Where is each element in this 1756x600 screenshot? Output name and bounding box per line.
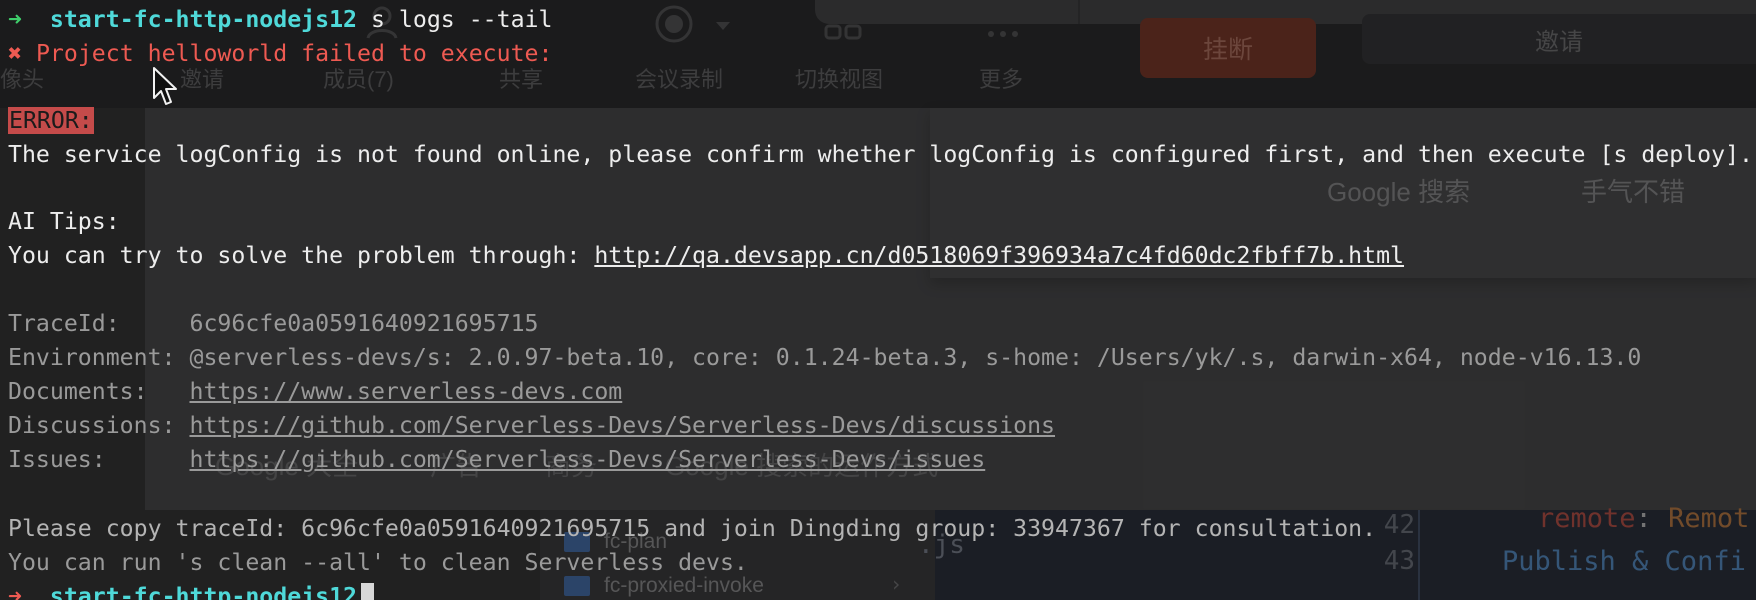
prompt-cwd: start-fc-http-nodejs12 [49, 583, 358, 600]
error-line: ERROR: [8, 105, 94, 137]
error-badge: ERROR: [8, 107, 94, 134]
failure-message: Project helloworld failed to execute: [35, 40, 553, 67]
discussions-link[interactable]: https://github.com/Serverless-Devs/Serve… [189, 412, 1055, 439]
info-row-documents: Documents: https://www.serverless-devs.c… [8, 376, 622, 408]
mouse-pointer-icon [153, 67, 177, 105]
info-value: @serverless-devs/s: 2.0.97-beta.10, core… [189, 344, 1642, 371]
info-value: 6c96cfe0a0591640921695715 [189, 310, 539, 337]
info-row-discussions: Discussions: https://github.com/Serverle… [8, 410, 1055, 442]
ai-tips-prefix: You can try to solve the problem through… [8, 242, 595, 269]
info-label: Documents: [8, 378, 190, 405]
issues-link[interactable]: https://github.com/Serverless-Devs/Serve… [189, 446, 985, 473]
clean-hint-message: You can run 's clean --all' to clean Ser… [8, 549, 748, 576]
error-message: The service logConfig is not found onlin… [8, 141, 1754, 168]
info-label: Discussions: [8, 412, 190, 439]
info-row-issues: Issues: https://github.com/Serverless-De… [8, 444, 985, 476]
prompt-arrow-icon: ➜ [8, 583, 22, 600]
prompt-cwd: start-fc-http-nodejs12 [49, 6, 358, 33]
terminal-cursor [361, 583, 375, 600]
terminal-final-prompt: ➜ start-fc-http-nodejs12 [8, 581, 375, 600]
prompt-command: s logs --tail [370, 6, 553, 33]
ai-tips-line: You can try to solve the problem through… [8, 240, 1404, 272]
terminal-command-line: ➜ start-fc-http-nodejs12 s logs --tail [8, 4, 552, 36]
info-label: Issues: [8, 446, 190, 473]
screen: 像头 邀请 成员(7) 共享 会议录制 切换视图 更多 挂断 邀请 Google… [0, 0, 1756, 600]
ai-tips-title: AI Tips: [8, 208, 120, 235]
ai-tips-link[interactable]: http://qa.devsapp.cn/d0518069f396934a7c4… [594, 242, 1404, 269]
info-label: Environment: [8, 344, 190, 371]
failure-line: ✖ Project helloworld failed to execute: [8, 38, 552, 70]
info-row-environment: Environment: @serverless-devs/s: 2.0.97-… [8, 342, 1641, 374]
failure-x-icon: ✖ [8, 40, 22, 67]
info-label: TraceId: [8, 310, 190, 337]
info-row-traceid: TraceId: 6c96cfe0a0591640921695715 [8, 308, 539, 340]
copy-traceid-message: Please copy traceId: 6c96cfe0a0591640921… [8, 515, 1377, 542]
documents-link[interactable]: https://www.serverless-devs.com [189, 378, 622, 405]
terminal-window[interactable]: ➜ start-fc-http-nodejs12 s logs --tail ✖… [0, 0, 1756, 600]
prompt-arrow-icon: ➜ [8, 6, 22, 33]
